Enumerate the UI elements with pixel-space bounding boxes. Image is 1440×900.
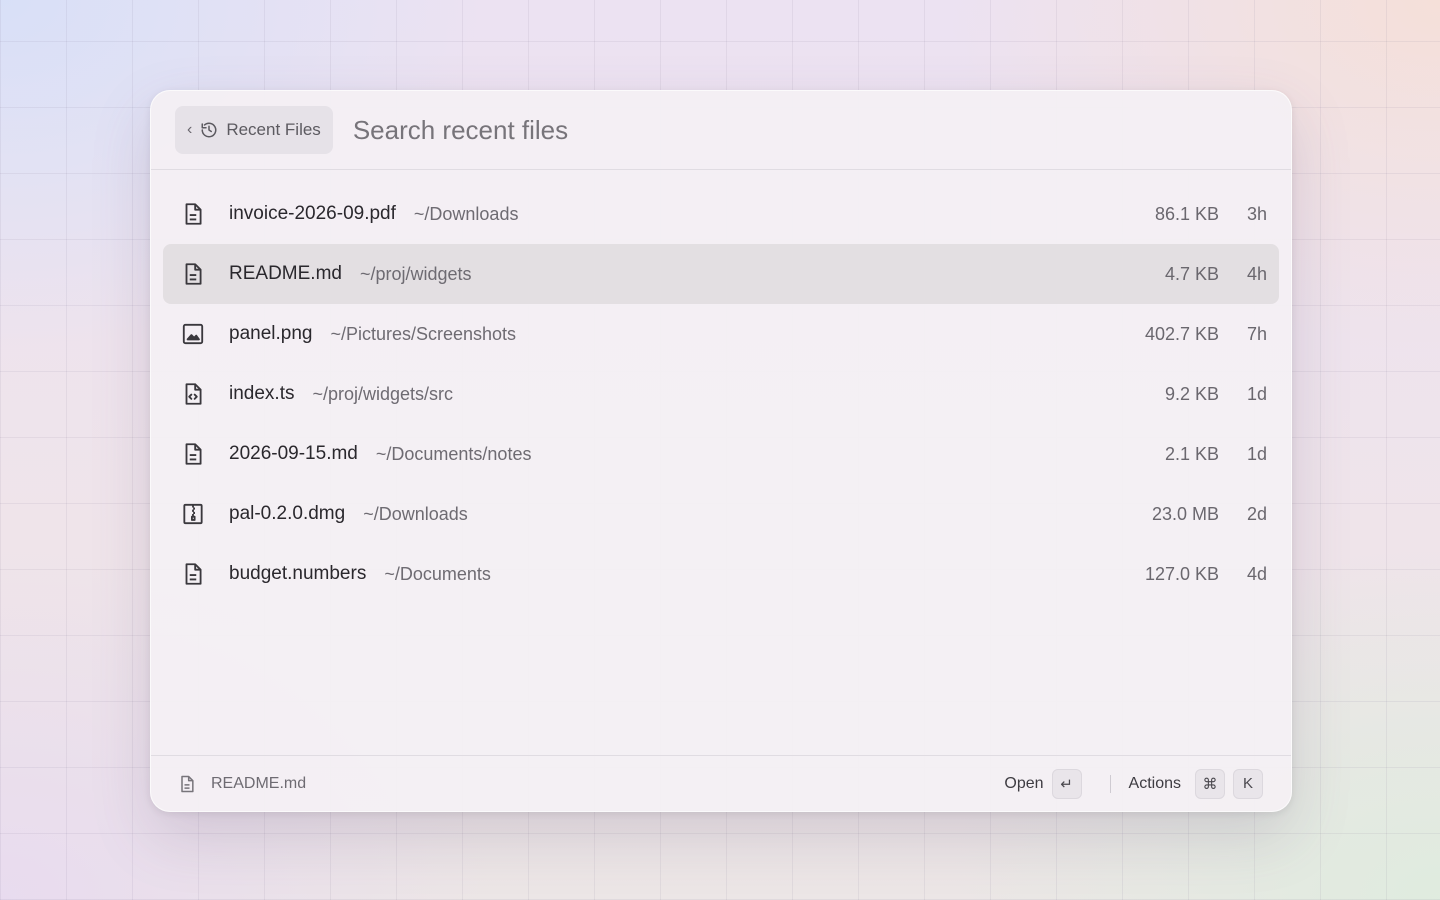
open-button[interactable]: Open ↵ (1004, 768, 1082, 799)
file-row[interactable]: 2026-09-15.md ~/Documents/notes 2.1 KB 1d (163, 424, 1279, 484)
document-icon (177, 774, 197, 794)
file-name: index.ts (229, 383, 295, 404)
header: ‹ Recent Files (151, 91, 1291, 170)
file-size: 2.1 KB (1164, 443, 1219, 464)
open-label: Open (1004, 774, 1044, 792)
file-row[interactable]: budget.numbers ~/Documents 127.0 KB 4d (163, 544, 1279, 604)
file-size: 4.7 KB (1164, 263, 1219, 284)
history-icon (200, 121, 218, 139)
archive-icon (179, 500, 207, 528)
file-row[interactable]: panel.png ~/Pictures/Screenshots 402.7 KB 7… (163, 304, 1279, 364)
file-path: ~/Pictures/Screenshots (330, 323, 517, 344)
recent-files-breadcrumb[interactable]: ‹ Recent Files (175, 106, 333, 154)
actions-button[interactable]: Actions ⌘ K (1128, 768, 1263, 799)
file-name: budget.numbers (229, 563, 367, 584)
footer-divider (1109, 774, 1111, 793)
file-age: 1d (1246, 383, 1267, 404)
code-file-icon (179, 380, 207, 408)
file-row[interactable]: README.md ~/proj/widgets 4.7 KB 4h (163, 244, 1279, 304)
file-path: ~/Downloads (363, 503, 468, 524)
file-size: 402.7 KB (1144, 323, 1219, 344)
file-name: pal-0.2.0.dmg (229, 503, 346, 524)
file-path: ~/proj/widgets (359, 263, 472, 284)
document-icon (179, 200, 207, 228)
k-key: K (1233, 768, 1263, 799)
file-name: README.md (229, 263, 342, 284)
file-row[interactable]: index.ts ~/proj/widgets/src 9.2 KB 1d (163, 364, 1279, 424)
file-path: ~/Documents (384, 563, 491, 584)
file-name: panel.png (229, 323, 313, 344)
file-size: 23.0 MB (1151, 503, 1219, 524)
footer-bar: README.md Open ↵ Actions ⌘ K (151, 755, 1291, 811)
file-row[interactable]: invoice-2026-09.pdf ~/Downloads 86.1 KB 3h (163, 184, 1279, 244)
file-age: 4d (1246, 563, 1267, 584)
image-icon (179, 320, 207, 348)
file-row[interactable]: pal-0.2.0.dmg ~/Downloads 23.0 MB 2d (163, 484, 1279, 544)
file-path: ~/Documents/notes (375, 443, 532, 464)
file-path: ~/proj/widgets/src (312, 383, 454, 404)
launcher-window: ‹ Recent Files invoice-2026-09.pdf ~/Down… (150, 90, 1292, 812)
file-age: 3h (1246, 203, 1267, 224)
file-list: invoice-2026-09.pdf ~/Downloads 86.1 KB 3h R… (151, 170, 1291, 604)
breadcrumb-label: Recent Files (226, 120, 321, 139)
document-icon (179, 260, 207, 288)
selected-file-name: README.md (211, 774, 307, 792)
file-size: 86.1 KB (1154, 203, 1219, 224)
document-icon (179, 440, 207, 468)
selected-file: README.md (177, 774, 306, 794)
actions-label: Actions (1128, 774, 1181, 792)
file-name: 2026-09-15.md (229, 443, 358, 464)
chevron-left-icon[interactable]: ‹ (187, 121, 192, 139)
file-size: 9.2 KB (1164, 383, 1219, 404)
file-name: invoice-2026-09.pdf (229, 203, 396, 224)
document-icon (179, 560, 207, 588)
command-key-icon: ⌘ (1195, 768, 1225, 799)
file-age: 7h (1246, 323, 1267, 344)
return-key-icon: ↵ (1051, 768, 1082, 799)
file-age: 4h (1246, 263, 1267, 284)
file-age: 2d (1246, 503, 1267, 524)
file-age: 1d (1246, 443, 1267, 464)
search-input[interactable] (350, 113, 1291, 147)
file-path: ~/Downloads (413, 203, 519, 224)
file-size: 127.0 KB (1144, 563, 1219, 584)
